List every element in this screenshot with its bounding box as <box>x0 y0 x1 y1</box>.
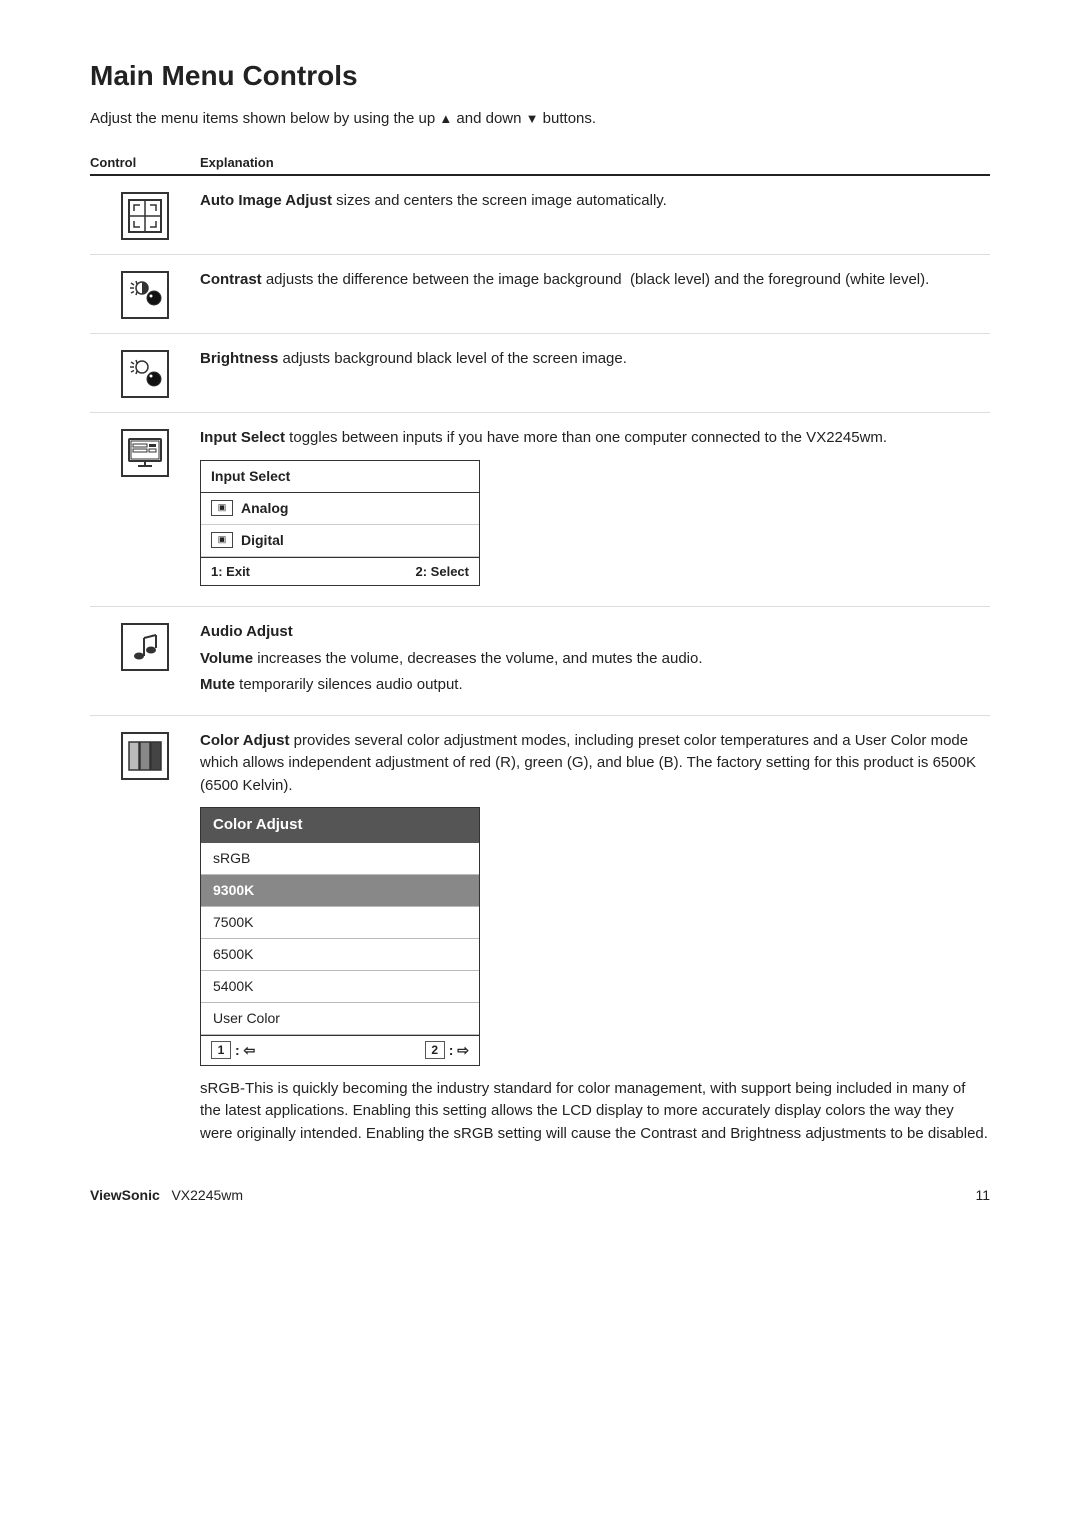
icon-cell-color-adjust <box>90 730 200 780</box>
color-item-7500k: 7500K <box>201 907 479 939</box>
color-adjust-btn1: 1 : ⇦ <box>211 1040 255 1061</box>
input-select-select: 2: Select <box>416 562 469 582</box>
color-adjust-icon <box>121 732 169 780</box>
color-adjust-box-title: Color Adjust <box>201 808 479 843</box>
srgb-description: sRGB-This is quickly becoming the indust… <box>200 1078 990 1146</box>
auto-image-adjust-icon <box>121 192 169 240</box>
color-item-srgb: sRGB <box>201 843 479 875</box>
input-select-icon <box>121 429 169 477</box>
desc-input-select: Input Select toggles between inputs if y… <box>200 427 990 592</box>
row-brightness: Brightness adjusts background black leve… <box>90 334 990 413</box>
color-adjust-btn2: 2 : ⇨ <box>425 1040 469 1061</box>
input-select-item-analog: ▣ Analog <box>201 493 479 525</box>
page-title: Main Menu Controls <box>90 60 990 92</box>
footer-brand: ViewSonic VX2245wm <box>90 1187 243 1203</box>
row-auto-image-adjust: Auto Image Adjust sizes and centers the … <box>90 176 990 255</box>
icon-cell-contrast <box>90 269 200 319</box>
icon-cell-audio-adjust <box>90 621 200 671</box>
row-audio-adjust: Audio Adjust Volume increases the volume… <box>90 607 990 716</box>
row-input-select: Input Select toggles between inputs if y… <box>90 413 990 607</box>
desc-color-adjust: Color Adjust provides several color adju… <box>200 730 990 1150</box>
desc-contrast: Contrast adjusts the difference between … <box>200 269 990 292</box>
contrast-icon <box>121 271 169 319</box>
input-select-box-title: Input Select <box>201 461 479 493</box>
table-header: Control Explanation <box>90 155 990 176</box>
col-header-control: Control <box>90 155 200 170</box>
color-adjust-footer: 1 : ⇦ 2 : ⇨ <box>201 1035 479 1065</box>
intro-text: Adjust the menu items shown below by usi… <box>90 110 990 127</box>
color-item-user-color: User Color <box>201 1003 479 1035</box>
color-item-9300k: 9300K <box>201 875 479 907</box>
page-footer: ViewSonic VX2245wm 11 <box>90 1187 990 1203</box>
row-contrast: Contrast adjusts the difference between … <box>90 255 990 334</box>
icon-cell-input-select <box>90 427 200 477</box>
row-color-adjust: Color Adjust provides several color adju… <box>90 716 990 1164</box>
input-select-box: Input Select ▣ Analog ▣ Digital 1: Exit … <box>200 460 480 587</box>
color-item-6500k: 6500K <box>201 939 479 971</box>
desc-brightness: Brightness adjusts background black leve… <box>200 348 990 371</box>
page-number: 11 <box>975 1187 990 1203</box>
input-select-exit: 1: Exit <box>211 562 250 582</box>
color-adjust-box: Color Adjust sRGB 9300K 7500K 6500K 5400… <box>200 807 480 1066</box>
icon-cell-auto-image-adjust <box>90 190 200 240</box>
audio-adjust-icon <box>121 623 169 671</box>
icon-cell-brightness <box>90 348 200 398</box>
color-item-5400k: 5400K <box>201 971 479 1003</box>
page-content: Main Menu Controls Adjust the menu items… <box>0 0 1080 1243</box>
desc-audio-adjust: Audio Adjust Volume increases the volume… <box>200 621 990 701</box>
analog-icon: ▣ <box>211 500 233 516</box>
digital-icon: ▣ <box>211 532 233 548</box>
input-select-footer: 1: Exit 2: Select <box>201 557 479 586</box>
col-header-explanation: Explanation <box>200 155 274 170</box>
desc-auto-image-adjust: Auto Image Adjust sizes and centers the … <box>200 190 990 213</box>
input-select-item-digital: ▣ Digital <box>201 525 479 557</box>
brightness-icon <box>121 350 169 398</box>
